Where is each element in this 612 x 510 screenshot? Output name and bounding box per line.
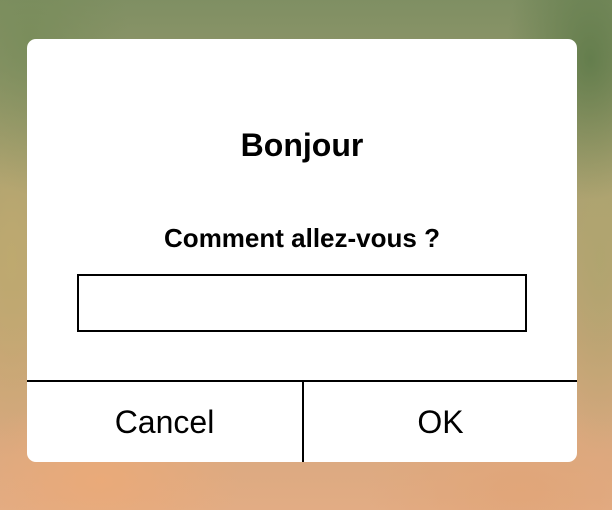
dialog-title: Bonjour (240, 127, 364, 163)
dialog-text-input[interactable] (77, 274, 527, 332)
dialog-message: Comment allez-vous ? (164, 223, 440, 253)
alert-dialog: Bonjour Comment allez-vous ? Cancel OK (27, 39, 577, 462)
ok-button[interactable]: OK (304, 382, 577, 462)
cancel-button[interactable]: Cancel (27, 382, 302, 462)
